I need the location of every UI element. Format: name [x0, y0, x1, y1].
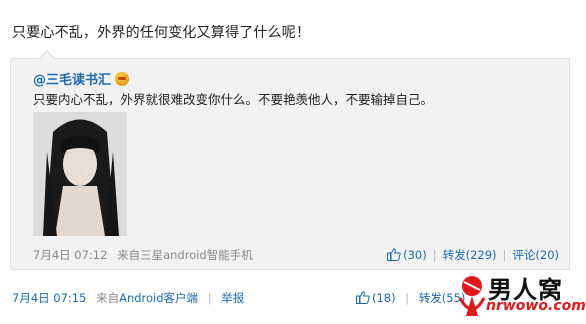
quoted-like-count: (30) [403, 248, 427, 262]
thumbs-up-icon [387, 248, 401, 261]
watermark-url: nrwowo.com [486, 298, 586, 314]
quoted-source-link[interactable]: 三星android智能手机 [140, 248, 253, 262]
quoted-comment-button[interactable]: 评论(20) [512, 247, 559, 263]
report-link[interactable]: 举报 [221, 291, 244, 305]
quoted-actions: (30) | 转发(229) | 评论(20) [387, 247, 559, 263]
quoted-text: 只要内心不乱，外界就很难改变你什么。不要艳羡他人，不要输掉自己。 [33, 92, 434, 107]
post-actions: (18) | 转发(55) [356, 290, 465, 306]
post-source-prefix: 来自 [96, 291, 120, 305]
quoted-like-button[interactable]: (30) [387, 248, 427, 262]
quoted-post: @三毛读书汇 只要内心不乱，外界就很难改变你什么。不要艳羡他人，不要输掉自己。 … [10, 50, 570, 270]
thumbs-up-icon [356, 291, 370, 304]
vip-badge-icon [115, 71, 130, 86]
quoted-footer: 7月4日 07:12 来自三星android智能手机 (30) | 转发(229… [33, 247, 559, 263]
post-source-link[interactable]: Android客户端 [119, 291, 198, 305]
separator: | [502, 248, 507, 262]
quoted-time[interactable]: 7月4日 07:12 [33, 248, 107, 262]
post-like-count: (18) [372, 291, 396, 305]
post-time[interactable]: 7月4日 07:15 [12, 291, 86, 305]
separator: | [207, 291, 212, 305]
separator: | [432, 248, 437, 262]
watermark-logo: 男人窝 nrwowo.com [452, 268, 586, 320]
quoted-repost-button[interactable]: 转发(229) [443, 247, 497, 263]
post-like-button[interactable]: (18) [356, 291, 399, 305]
woman-photo-image [33, 112, 127, 236]
post-text: 只要心不乱，外界的任何变化又算得了什么呢！ [12, 25, 311, 41]
quoted-author-link[interactable]: @三毛读书汇 [33, 69, 111, 88]
separator: | [405, 291, 410, 305]
quoted-photo[interactable] [33, 112, 127, 236]
quoted-source-prefix: 来自 [117, 248, 141, 262]
quoted-author-line: @三毛读书汇 [33, 69, 130, 88]
